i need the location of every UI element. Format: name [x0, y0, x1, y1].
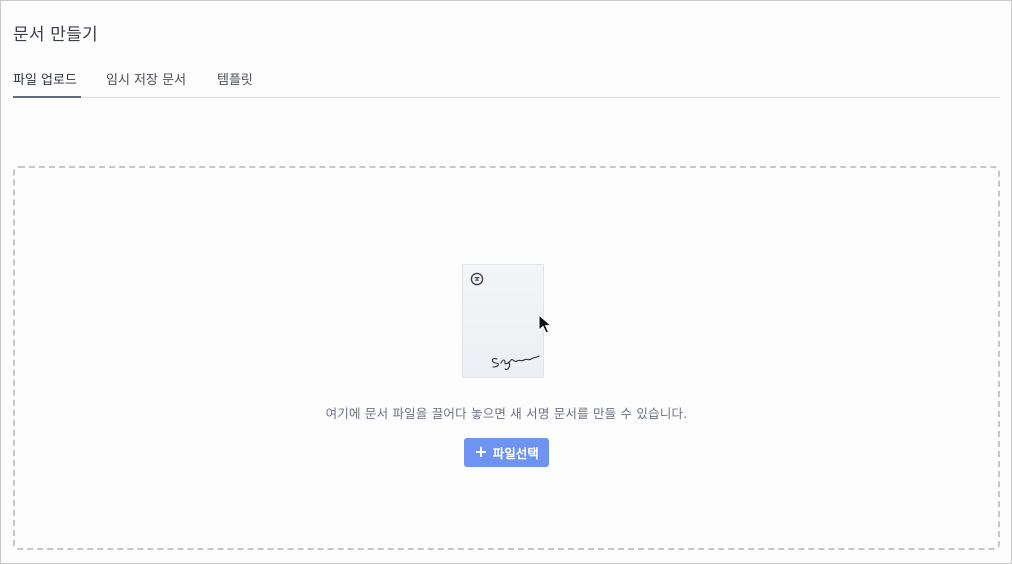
document-create-panel: 문서 만들기 파일 업로드 임시 저장 문서 템플릿 여기에 문서 파일을 끌어…	[0, 0, 1012, 564]
tab-draft-documents[interactable]: 임시 저장 문서	[106, 69, 191, 97]
tab-bar: 파일 업로드 임시 저장 문서 템플릿	[13, 69, 1000, 98]
select-file-button-label: 파일선택	[492, 446, 539, 461]
drop-instruction-text: 여기에 문서 파일을 끌어다 놓으면 새 서명 문서를 만들 수 있습니다.	[325, 406, 688, 421]
tab-file-upload[interactable]: 파일 업로드	[13, 69, 81, 98]
file-dropzone[interactable]: 여기에 문서 파일을 끌어다 놓으면 새 서명 문서를 만들 수 있습니다. +…	[13, 166, 1000, 550]
plus-icon: +	[474, 441, 488, 461]
signature-icon	[491, 355, 540, 371]
tab-templates[interactable]: 템플릿	[217, 69, 255, 97]
stamp-icon	[470, 272, 484, 286]
document-illustration	[462, 264, 544, 378]
page-title: 문서 만들기	[13, 25, 98, 45]
mouse-cursor-icon	[538, 314, 553, 334]
select-file-button[interactable]: + 파일선택	[464, 438, 549, 467]
